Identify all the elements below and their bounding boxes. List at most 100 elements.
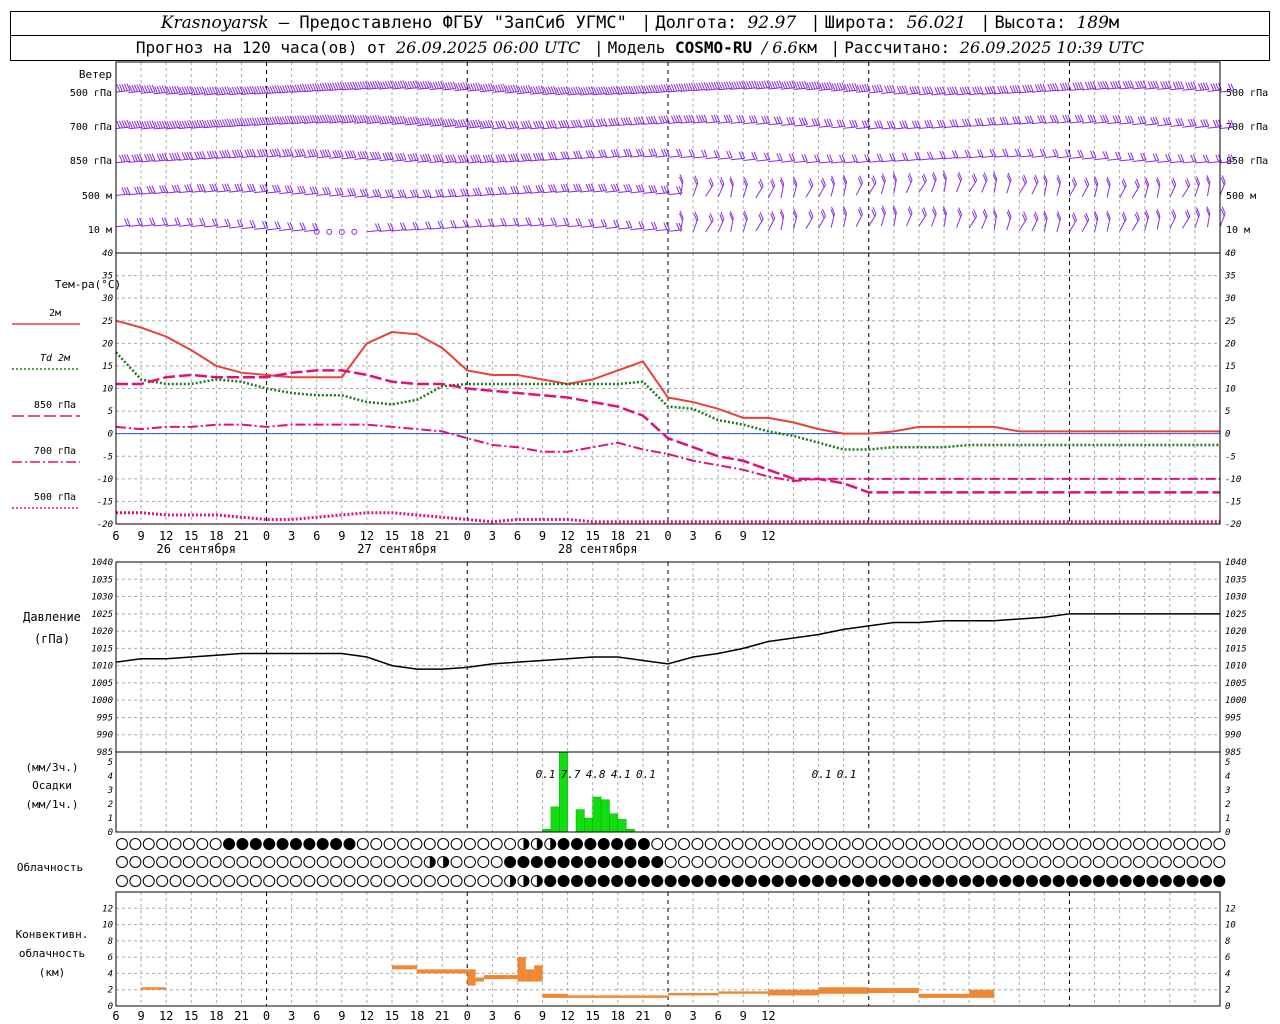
pressure-ytick-right: 990 xyxy=(1225,731,1241,741)
wind-barb xyxy=(555,92,570,96)
cloud-symbol xyxy=(584,856,597,868)
wind-barb xyxy=(693,121,708,124)
wind-barb xyxy=(241,226,256,230)
x-tick-label: 21 xyxy=(435,529,449,543)
cloud-symbol xyxy=(1133,856,1146,868)
wind-barb xyxy=(818,88,833,91)
cloud-symbol xyxy=(1173,875,1186,887)
cloud-symbol xyxy=(490,875,503,887)
wind-barb xyxy=(379,195,394,199)
x-tick-label-bottom: 12 xyxy=(761,1009,775,1023)
wind-barb xyxy=(918,126,933,130)
cloud-symbol xyxy=(1039,875,1052,887)
wind-barb xyxy=(680,89,695,92)
wind-barb xyxy=(1094,87,1109,90)
wind-barb xyxy=(843,160,858,164)
wind-barb xyxy=(341,121,356,124)
cloud-symbol xyxy=(169,838,182,850)
x-tick-label: 9 xyxy=(539,529,546,543)
day-label: 26 сентября xyxy=(157,542,236,556)
precip-bar xyxy=(617,819,627,833)
conv-bar xyxy=(918,993,970,998)
precip-ytick-right: 1 xyxy=(1225,814,1230,824)
wind-barb xyxy=(667,155,682,158)
wind-barb xyxy=(680,155,695,159)
wind-barb xyxy=(228,92,243,96)
x-tick-label-bottom: 0 xyxy=(263,1009,270,1023)
wind-barb xyxy=(304,155,319,158)
wind-barb xyxy=(304,89,319,93)
wind-barb xyxy=(279,155,294,158)
cloud-symbol xyxy=(1012,838,1025,850)
wind-barb xyxy=(191,157,206,161)
temp-ytick-left: 30 xyxy=(101,294,113,304)
conv-bar xyxy=(484,975,510,980)
wind-barb xyxy=(404,87,419,90)
wind-level-label-right: 500 гПа xyxy=(1226,88,1268,99)
wind-barb xyxy=(291,155,306,158)
cloud-symbol xyxy=(142,875,155,887)
cloud-symbol xyxy=(129,875,142,887)
wind-barb xyxy=(1107,87,1122,90)
cloud-symbol-half xyxy=(429,856,436,868)
wind-barb xyxy=(228,190,243,193)
wind-barb xyxy=(404,159,419,163)
cloud-symbol xyxy=(249,856,262,868)
wind-barb xyxy=(1094,121,1109,124)
wind-barb xyxy=(605,226,620,229)
wind-barb xyxy=(228,124,243,128)
cloud-symbol xyxy=(356,856,369,868)
wind-barb xyxy=(743,121,758,125)
cloud-symbol xyxy=(343,838,356,850)
wind-barb xyxy=(467,161,482,164)
cloud-symbol xyxy=(892,838,905,850)
wind-barb xyxy=(1081,87,1096,91)
wind-barb xyxy=(391,229,406,232)
wind-barb xyxy=(228,155,243,159)
wind-barb xyxy=(818,125,833,128)
wind-barb xyxy=(128,126,143,130)
cloud-symbol xyxy=(731,838,744,850)
x-tick-label: 18 xyxy=(410,529,424,543)
precip-ytick-right: 4 xyxy=(1225,772,1230,782)
wind-barb xyxy=(655,228,670,232)
x-tick-label: 3 xyxy=(689,529,696,543)
wind-barb xyxy=(329,121,344,124)
wind-barb xyxy=(881,159,896,163)
cloud-symbol xyxy=(999,856,1012,868)
precip-title-3: (мм/1ч.) xyxy=(26,798,79,811)
cloud-symbol xyxy=(410,875,423,887)
x-tick-label-bottom: 12 xyxy=(360,1009,374,1023)
cloud-symbol xyxy=(1079,856,1092,868)
wind-barb xyxy=(1019,155,1034,158)
cloud-symbol xyxy=(1213,875,1226,887)
conv-bar xyxy=(868,988,919,993)
pressure-ytick-right: 995 xyxy=(1225,713,1241,723)
wind-barb xyxy=(467,225,482,228)
x-tick-label: 12 xyxy=(159,529,173,543)
wind-barb xyxy=(366,195,381,199)
wind-barb xyxy=(630,91,645,95)
wind-barb xyxy=(141,160,156,163)
cloud-symbol xyxy=(423,838,436,850)
cloud-symbol xyxy=(892,856,905,868)
cloud-symbol xyxy=(1159,856,1172,868)
conv-ytick-left: 2 xyxy=(108,986,113,996)
cloud-symbol xyxy=(704,875,717,887)
wind-barb xyxy=(943,125,958,129)
cloud-symbol xyxy=(624,838,637,850)
wind-barb xyxy=(1006,155,1021,158)
conv-ytick-right: 4 xyxy=(1225,969,1230,979)
x-tick-label-bottom: 21 xyxy=(636,1009,650,1023)
cloud-symbol xyxy=(129,838,142,850)
cloud-symbol xyxy=(664,875,677,887)
cloud-symbol xyxy=(196,856,209,868)
cloud-symbol xyxy=(825,875,838,887)
wind-barb xyxy=(429,195,444,199)
wind-barb xyxy=(479,224,494,228)
cloud-symbol xyxy=(678,856,691,868)
wind-barb xyxy=(542,92,557,96)
cloud-symbol xyxy=(1213,838,1226,850)
cloud-symbol xyxy=(744,875,757,887)
cloud-symbol xyxy=(1052,838,1065,850)
